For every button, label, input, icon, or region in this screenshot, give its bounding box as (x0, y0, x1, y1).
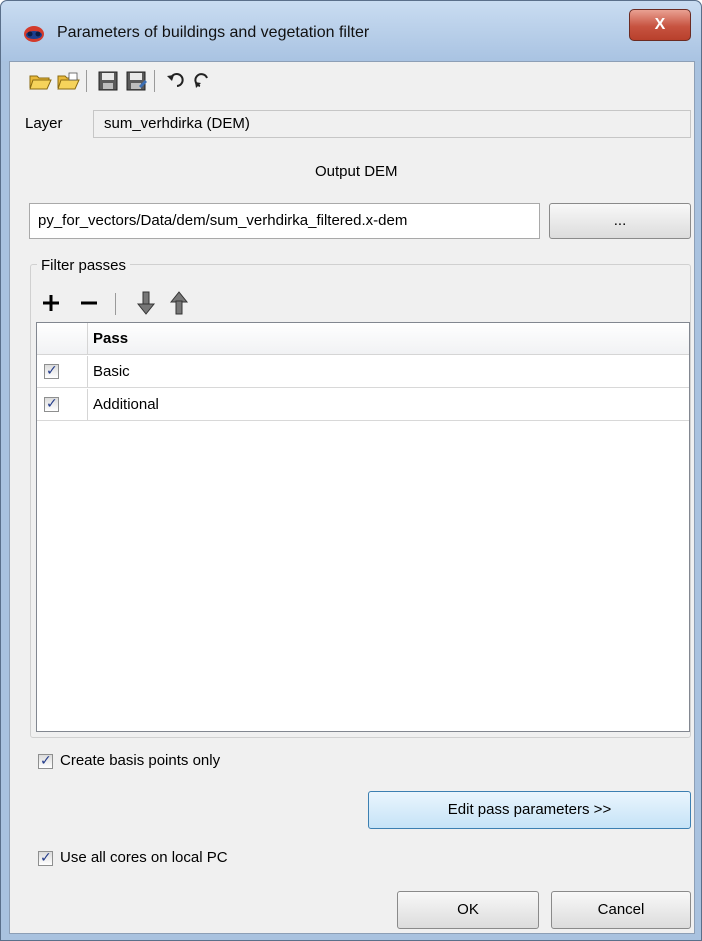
redo-icon[interactable] (191, 68, 217, 94)
close-button[interactable]: X (629, 9, 691, 41)
check-mark-icon: ✓ (40, 752, 52, 768)
remove-icon[interactable] (77, 291, 101, 315)
dialog-window: Parameters of buildings and vegetation f… (0, 0, 702, 941)
toolbar (17, 64, 317, 98)
header-check-cell (37, 323, 88, 354)
add-icon[interactable] (39, 291, 63, 315)
row-check-cell: ✓ (37, 356, 88, 387)
browse-button[interactable]: ... (549, 203, 691, 239)
toolbar-separator (115, 293, 116, 315)
cancel-button[interactable]: Cancel (551, 891, 691, 929)
table-row[interactable]: ✓ Basic (37, 356, 689, 388)
column-header-pass[interactable]: Pass (93, 330, 128, 347)
output-dem-label: Output DEM (315, 163, 398, 180)
check-mark-icon: ✓ (46, 362, 58, 378)
row-checkbox[interactable]: ✓ (44, 362, 59, 379)
output-path-input[interactable]: py_for_vectors/Data/dem/sum_verhdirka_fi… (29, 203, 540, 239)
layer-label: Layer (25, 115, 63, 132)
move-down-icon[interactable] (134, 290, 158, 316)
layer-field: sum_verhdirka (DEM) (93, 110, 691, 138)
edit-pass-parameters-button[interactable]: Edit pass parameters >> (368, 791, 691, 829)
window-title: Parameters of buildings and vegetation f… (57, 24, 370, 41)
check-mark-icon: ✓ (40, 849, 52, 865)
row-checkbox[interactable]: ✓ (44, 395, 59, 412)
row-label: Basic (93, 363, 130, 380)
basis-points-label: Create basis points only (60, 752, 221, 769)
filter-passes-title: Filter passes (37, 257, 131, 274)
checkbox-box[interactable]: ✓ (38, 849, 53, 866)
row-label: Additional (93, 396, 159, 413)
table-header: Pass (37, 323, 689, 355)
save-icon[interactable] (95, 68, 121, 94)
undo-icon[interactable] (163, 68, 189, 94)
move-up-icon[interactable] (167, 290, 191, 316)
toolbar-separator (154, 70, 155, 92)
ok-button[interactable]: OK (397, 891, 539, 929)
table-row[interactable]: ✓ Additional (37, 389, 689, 421)
checkbox-box[interactable]: ✓ (38, 752, 53, 769)
all-cores-label: Use all cores on local PC (60, 849, 228, 866)
passes-table: Pass ✓ Basic ✓ Additional (36, 322, 690, 732)
check-mark-icon: ✓ (46, 395, 58, 411)
toolbar-separator (86, 70, 87, 92)
app-icon (23, 25, 45, 43)
save-as-icon[interactable] (123, 68, 149, 94)
row-check-cell: ✓ (37, 389, 88, 420)
open-list-icon[interactable] (55, 68, 81, 94)
open-icon[interactable] (27, 68, 53, 94)
title-bar[interactable]: Parameters of buildings and vegetation f… (1, 1, 701, 61)
